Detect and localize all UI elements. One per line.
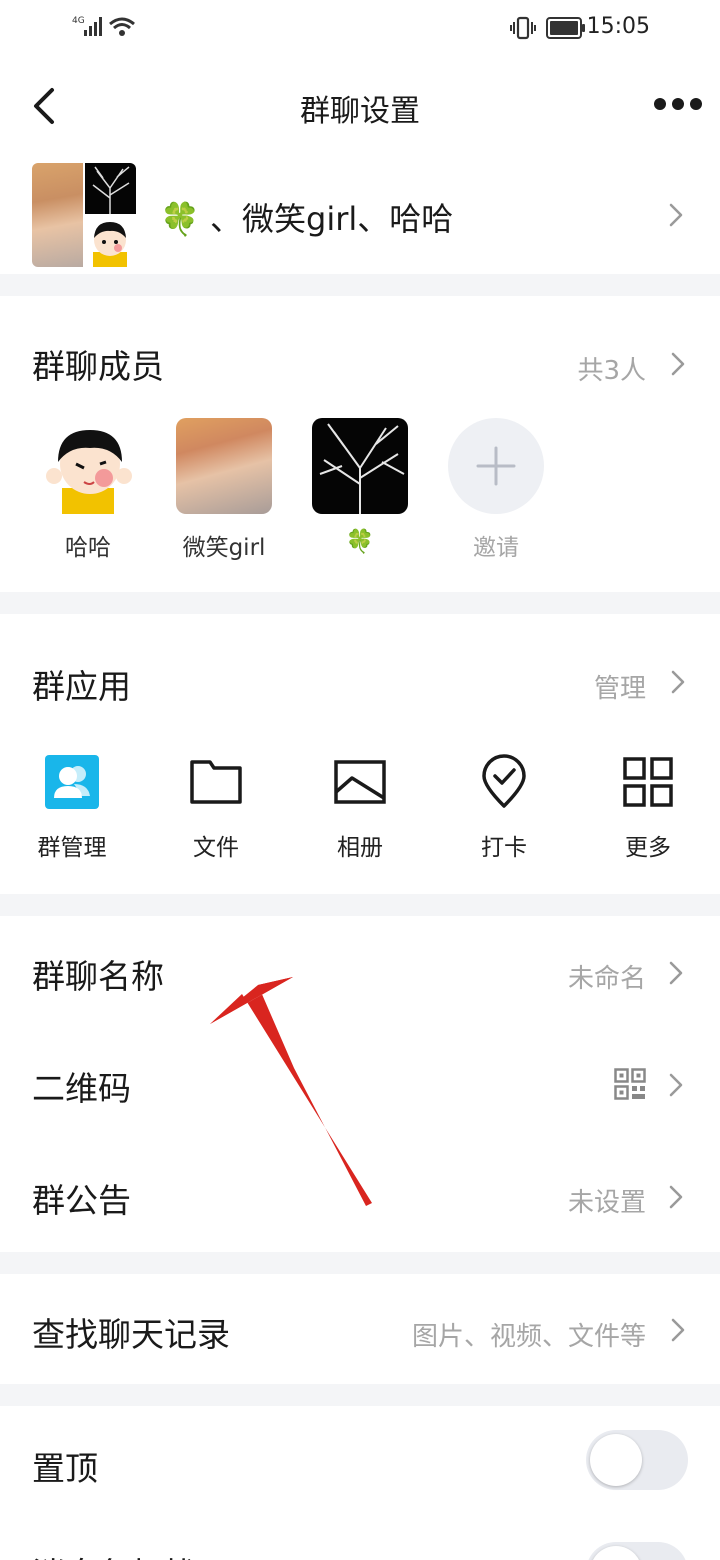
members-title: 群聊成员 (32, 347, 164, 386)
member-name: 微笑girl (182, 535, 266, 561)
checkin-icon (476, 754, 532, 810)
app-more[interactable]: 更多 (593, 754, 703, 862)
member-name: 🍀 (345, 529, 375, 555)
more-options-icon[interactable] (650, 92, 706, 116)
chevron-right-icon (669, 1185, 683, 1209)
vibrate-icon (510, 16, 536, 40)
app-label: 文件 (193, 835, 239, 861)
member-avatar (176, 418, 272, 514)
chevron-right-icon[interactable] (670, 669, 686, 695)
app-label: 打卡 (481, 835, 527, 861)
apps-title: 群应用 (32, 667, 131, 706)
folder-icon (188, 754, 244, 810)
app-group-manage[interactable]: 群管理 (17, 754, 127, 862)
app-label: 更多 (625, 835, 671, 861)
network-type: 4G (72, 16, 85, 26)
group-name-row[interactable]: 群聊名称 未命名 (0, 916, 720, 1028)
row-hint: 图片、视频、文件等 (411, 1322, 646, 1352)
chevron-right-icon[interactable] (670, 351, 686, 377)
toggle-section: 置顶 消息免打扰 (0, 1406, 720, 1560)
second-toggle[interactable] (586, 1542, 688, 1560)
app-label: 群管理 (37, 835, 107, 861)
member-item[interactable]: 微笑girl (164, 418, 284, 562)
invite-member-button[interactable]: 邀请 (436, 418, 556, 562)
qr-code-row[interactable]: 二维码 (0, 1028, 720, 1140)
row-label: 二维码 (32, 1069, 131, 1108)
chevron-right-icon (669, 1073, 683, 1097)
manage-link[interactable]: 管理 (594, 668, 646, 705)
battery-icon (546, 17, 585, 39)
signal-wifi-icon: 4G (72, 16, 135, 36)
member-item[interactable]: 🍀 (300, 418, 420, 555)
second-toggle-label: 消息免打扰 (32, 1548, 197, 1560)
pin-label: 置顶 (32, 1449, 98, 1488)
row-label: 群公告 (32, 1181, 131, 1220)
clock: 15:05 (586, 14, 650, 39)
member-name: 哈哈 (65, 535, 111, 561)
pin-toggle[interactable] (586, 1430, 688, 1490)
group-info-row[interactable]: 🍀 、微笑girl、哈哈 (0, 156, 720, 274)
app-files[interactable]: 文件 (161, 754, 271, 862)
status-bar: 4G 15:05 (0, 0, 720, 56)
chevron-right-icon (669, 203, 683, 227)
app-checkin[interactable]: 打卡 (449, 754, 559, 862)
group-avatar (32, 163, 136, 267)
row-label: 群聊名称 (32, 957, 164, 996)
member-avatar (312, 418, 408, 514)
group-display-name: 🍀 、微笑girl、哈哈 (160, 200, 454, 238)
avatar-cartoon (85, 216, 136, 267)
announcement-row[interactable]: 群公告 未设置 (0, 1140, 720, 1252)
photo-album-icon (332, 754, 388, 810)
members-section: 群聊成员 共3人 哈哈 微笑girl 🍀 邀请 (0, 296, 720, 592)
avatar-girl-photo (32, 163, 83, 267)
chevron-right-icon (669, 961, 683, 985)
group-settings-section: 群聊名称 未命名 二维码 群公告 未设置 (0, 916, 720, 1252)
group-apps-section: 群应用 管理 群管理 文件 相册 打卡 更多 (0, 614, 720, 894)
row-label: 查找聊天记录 (32, 1315, 230, 1354)
member-item[interactable]: 哈哈 (28, 418, 148, 562)
member-count[interactable]: 共3人 (577, 350, 646, 387)
add-icon (448, 418, 544, 514)
search-history-row[interactable]: 查找聊天记录 图片、视频、文件等 (0, 1274, 720, 1384)
qr-code-icon (614, 1068, 646, 1100)
page-title: 群聊设置 (300, 94, 420, 129)
row-value: 未命名 (567, 964, 646, 994)
group-manage-icon (44, 754, 100, 810)
grid-more-icon (620, 754, 676, 810)
toggle-knob (590, 1434, 642, 1486)
chevron-right-icon (671, 1318, 685, 1342)
invite-label: 邀请 (473, 535, 519, 561)
avatar-tree-photo (85, 163, 136, 214)
top-bar: 群聊设置 (0, 56, 720, 156)
member-avatar (40, 418, 136, 514)
toggle-knob (590, 1546, 642, 1560)
app-album[interactable]: 相册 (305, 754, 415, 862)
app-label: 相册 (337, 835, 383, 861)
row-value: 未设置 (567, 1188, 646, 1218)
